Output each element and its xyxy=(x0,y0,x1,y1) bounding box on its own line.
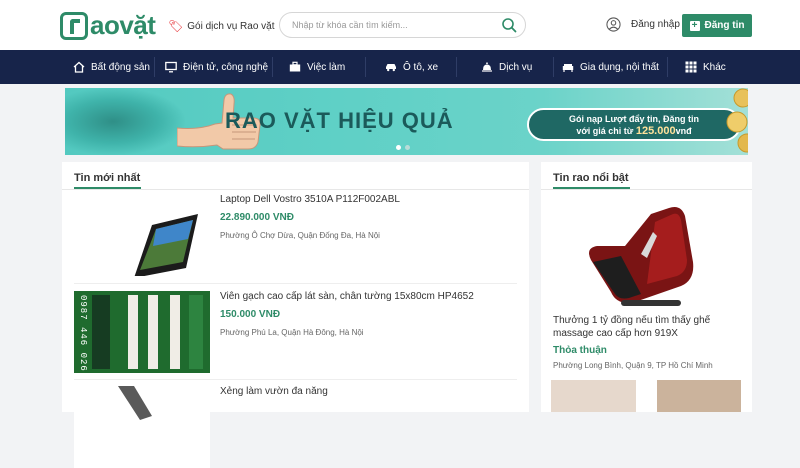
nav-item-cars[interactable]: Ô tô, xe xyxy=(385,50,438,84)
service-package-label: Gói dịch vụ Rao vặt xyxy=(187,20,275,32)
featured-thumbnail[interactable] xyxy=(581,202,709,312)
featured-listing-location: Phường Long Bình, Quận 9, TP Hồ Chí Minh xyxy=(553,361,713,370)
nav-divider xyxy=(365,57,366,77)
slide-dot-active[interactable] xyxy=(396,145,401,150)
nav-divider xyxy=(456,57,457,77)
nav-label: Điện tử, công nghệ xyxy=(183,61,269,73)
category-nav: Bất động sản Điện tử, công nghệ Việc làm… xyxy=(0,50,800,84)
nav-item-household[interactable]: Gia dụng, nội thất xyxy=(562,50,659,84)
latest-listings-panel: Tin mới nhất Laptop Dell Vostro 3510A P1… xyxy=(62,162,529,468)
slide-dot[interactable] xyxy=(405,145,410,150)
nav-item-real-estate[interactable]: Bất động sản xyxy=(73,50,150,84)
listing-item[interactable]: Laptop Dell Vostro 3510A P112F002ABL 22.… xyxy=(74,194,517,282)
banner-hole-graphic xyxy=(65,88,185,155)
panel-divider xyxy=(541,189,752,190)
promo-unit: vnđ xyxy=(675,126,692,136)
listing-item[interactable]: 0987 446 026 Viên gạch cao cấp lát sàn, … xyxy=(74,291,517,373)
featured-listing-title[interactable]: Thưởng 1 tỷ đồng nếu tìm thấy ghế massag… xyxy=(553,314,743,340)
header: aovặt 🏷 Gói dịch vụ Rao vặt Đăng nhập + … xyxy=(0,0,800,50)
service-bell-icon xyxy=(482,62,492,72)
promo-prefix: với giá chỉ từ xyxy=(576,126,636,136)
nav-item-jobs[interactable]: Việc làm xyxy=(289,50,345,84)
nav-label: Khác xyxy=(703,61,726,73)
nav-item-electronics[interactable]: Điện tử, công nghệ xyxy=(165,50,268,84)
search-input[interactable] xyxy=(292,13,492,37)
user-icon xyxy=(606,17,621,32)
nav-divider xyxy=(667,57,668,77)
listing-price: 150.000 VNĐ xyxy=(220,309,281,320)
search-box xyxy=(279,12,526,38)
site-logo[interactable]: aovặt xyxy=(60,10,156,41)
gold-coins-graphic xyxy=(726,88,748,153)
promo-line-2: với giá chỉ từ 125.000vnđ xyxy=(529,125,739,137)
listing-thumbnail[interactable] xyxy=(74,194,210,276)
listing-divider xyxy=(74,379,517,380)
post-ad-label: Đăng tin xyxy=(704,20,745,31)
post-ad-button[interactable]: + Đăng tin xyxy=(682,14,752,37)
search-icon[interactable] xyxy=(501,17,517,33)
login-label: Đăng nhập xyxy=(631,19,680,30)
plus-icon: + xyxy=(689,20,700,31)
banner-promo-box: Gói nạp Lượt đẩy tin, Đăng tin với giá c… xyxy=(527,108,741,141)
logo-text: aovặt xyxy=(90,10,156,40)
nav-label: Ô tô, xe xyxy=(403,61,439,73)
grid-icon xyxy=(685,61,697,73)
nav-label: Bất động sản xyxy=(91,61,150,73)
home-icon xyxy=(73,61,85,73)
promo-price: 125.000 xyxy=(635,125,676,137)
title-underline xyxy=(553,187,630,189)
featured-listings-panel: Tin rao nổi bật Thưởng 1 tỷ đồng nếu tìm… xyxy=(541,162,752,412)
featured-listing-price: Thỏa thuận xyxy=(553,345,607,356)
listing-item[interactable]: Xẻng làm vườn đa năng xyxy=(74,386,517,468)
nav-divider xyxy=(154,57,155,77)
listing-thumbnail[interactable]: 0987 446 026 xyxy=(74,291,210,373)
car-icon xyxy=(386,64,396,72)
promo-line-1: Gói nạp Lượt đẩy tin, Đăng tin xyxy=(569,114,699,124)
login-link[interactable]: Đăng nhập xyxy=(606,17,680,32)
nav-divider xyxy=(272,57,273,77)
nav-label: Gia dụng, nội thất xyxy=(580,61,659,73)
thumbnail-phone-text: 0987 446 026 xyxy=(78,295,88,372)
tag-icon: 🏷 xyxy=(168,19,184,33)
listing-location: Phường Ô Chợ Dừa, Quận Đống Đa, Hà Nội xyxy=(220,231,380,240)
title-underline xyxy=(74,187,141,189)
featured-listings-title: Tin rao nổi bật xyxy=(553,172,629,184)
listing-thumbnail[interactable] xyxy=(74,386,210,468)
briefcase-icon xyxy=(289,61,301,72)
listing-location: Phường Phú La, Quận Hà Đông, Hà Nội xyxy=(220,328,364,337)
listing-title[interactable]: Laptop Dell Vostro 3510A P112F002ABL xyxy=(220,194,400,205)
nav-label: Dịch vụ xyxy=(499,61,533,73)
nav-label: Việc làm xyxy=(307,61,346,73)
listing-title[interactable]: Viên gạch cao cấp lát sàn, chân tường 15… xyxy=(220,291,474,302)
service-package-link[interactable]: 🏷 Gói dịch vụ Rao vặt xyxy=(168,19,275,33)
nav-item-services[interactable]: Dịch vụ xyxy=(481,50,532,84)
nav-item-other[interactable]: Khác xyxy=(685,50,726,84)
listing-divider xyxy=(74,283,517,284)
panel-divider xyxy=(62,189,529,190)
sofa-icon xyxy=(562,64,574,72)
monitor-icon xyxy=(165,61,177,73)
banner-pagination xyxy=(396,145,410,150)
banner-title: RAO VẶT HIỆU QUẢ xyxy=(225,108,454,133)
latest-listings-title: Tin mới nhất xyxy=(74,172,141,184)
nav-divider xyxy=(553,57,554,77)
listing-title[interactable]: Xẻng làm vườn đa năng xyxy=(220,386,328,397)
featured-thumbnail[interactable] xyxy=(657,380,741,412)
featured-thumbnail[interactable] xyxy=(551,380,636,412)
logo-r-icon xyxy=(60,11,88,40)
listing-price: 22.890.000 VNĐ xyxy=(220,212,294,223)
